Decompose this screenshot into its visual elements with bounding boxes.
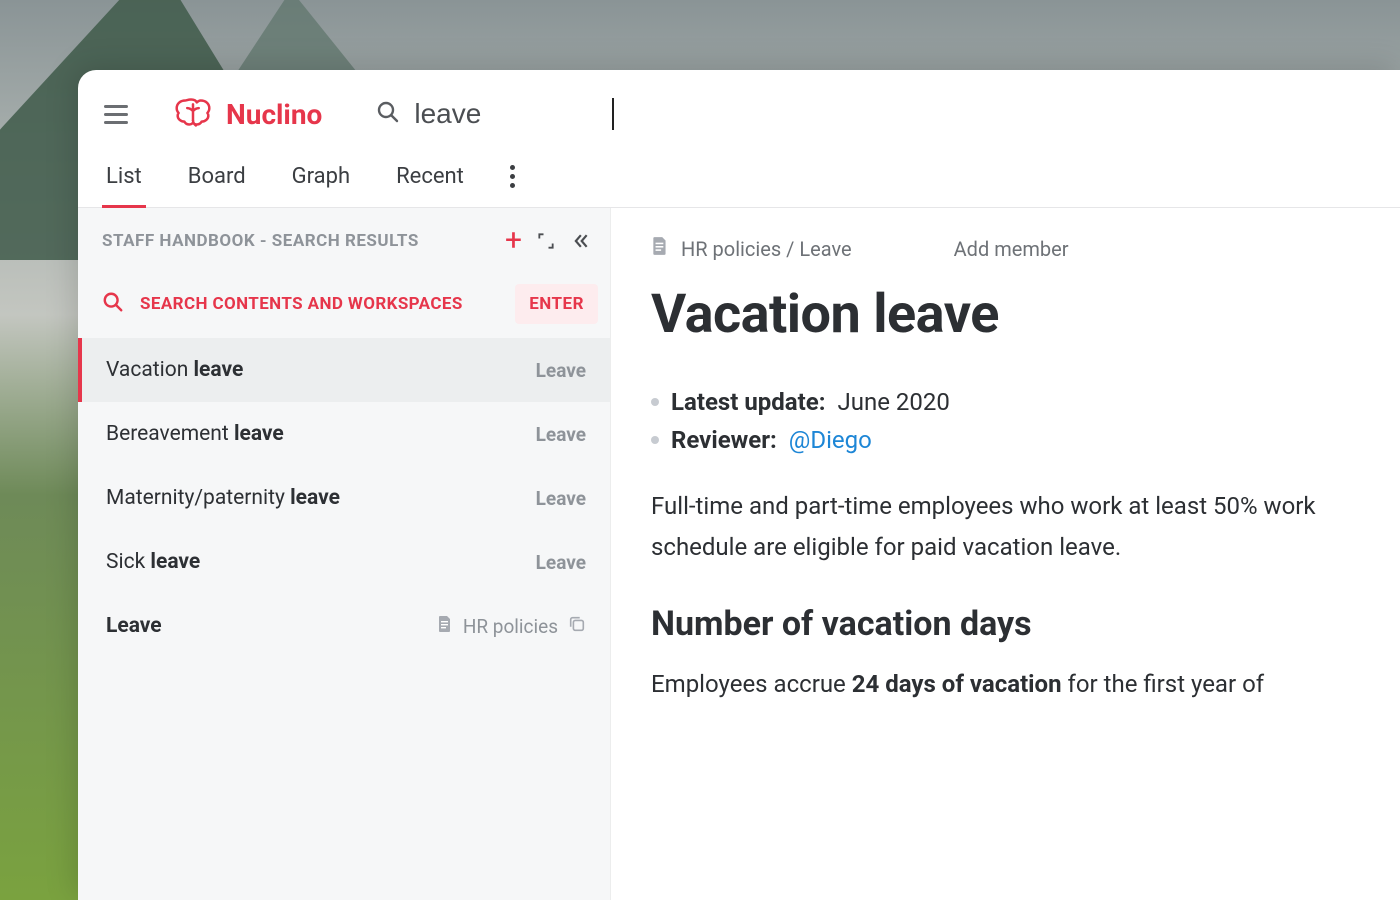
add-member-button[interactable]: Add member [954,237,1069,261]
document-pane: HR policies / Leave Add member Vacation … [611,208,1400,900]
result-prefix: Sick [106,550,150,574]
tab-label: Board [188,164,246,189]
dots-vertical-icon [510,165,515,188]
search-all-label: SEARCH CONTENTS AND WORKSPACES [140,294,499,314]
meta-row: Latest update: June 2020 [651,388,1400,416]
result-match: leave [234,422,284,446]
result-category: Leave [536,359,586,382]
document-icon [437,615,453,638]
tab-list[interactable]: List [102,152,146,207]
collapse-button[interactable] [570,231,590,251]
body: STAFF HANDBOOK - SEARCH RESULTS + SEARCH… [78,208,1400,900]
result-category: Leave [536,423,586,446]
text-bold: 24 days of vacation [852,670,1062,698]
breadcrumb: HR policies / Leave Add member [651,236,1400,261]
doc-meta: Latest update: June 2020 Reviewer: @Dieg… [651,388,1400,454]
tab-label: Graph [292,164,350,189]
text: Employees accrue [651,670,852,698]
tab-label: Recent [396,164,464,189]
add-button[interactable]: + [505,226,522,256]
sidebar-title: STAFF HANDBOOK - SEARCH RESULTS [102,231,491,251]
search-result[interactable]: Leave HR policies [78,594,610,658]
doc-paragraph: Employees accrue 24 days of vacation for… [651,664,1400,705]
breadcrumb-path[interactable]: HR policies / Leave [681,237,852,261]
result-match: leave [194,358,244,382]
section-heading: Number of vacation days [651,604,1400,644]
sidebar: STAFF HANDBOOK - SEARCH RESULTS + SEARCH… [78,208,611,900]
meta-label: Reviewer: [671,426,777,454]
sidebar-header: STAFF HANDBOOK - SEARCH RESULTS + [78,208,610,270]
brand-logo[interactable]: Nuclino [170,94,322,134]
result-title: Maternity/paternity leave [106,486,536,510]
meta-label: Latest update: [671,388,825,416]
result-match: Leave [106,614,162,638]
app-window: Nuclino List Board Graph Recent STAFF H [78,70,1400,900]
user-mention[interactable]: @Diego [789,426,872,454]
tabs-more-button[interactable] [506,153,519,206]
document-icon [651,236,669,261]
meta-row: Reviewer: @Diego [651,426,1400,454]
search [376,98,614,130]
search-result[interactable]: Bereavement leave Leave [78,402,610,466]
menu-button[interactable] [102,99,130,130]
result-match: leave [150,550,200,574]
result-category: Leave [536,551,586,574]
result-title: Vacation leave [106,358,536,382]
search-input[interactable] [414,98,614,130]
result-prefix: Bereavement [106,422,234,446]
brand-name: Nuclino [226,98,322,131]
enter-hint: ENTER [515,284,598,324]
result-category: Leave [536,487,586,510]
tab-label: List [106,164,142,189]
tab-graph[interactable]: Graph [288,152,354,207]
search-all-button[interactable]: SEARCH CONTENTS AND WORKSPACES ENTER [78,270,610,338]
result-match: leave [290,486,340,510]
result-title: Sick leave [106,550,536,574]
topbar: Nuclino [78,70,1400,152]
copy-icon [568,615,586,638]
result-category-label: HR policies [463,615,558,638]
search-icon [102,291,124,317]
result-title: Leave [106,614,437,638]
brain-icon [170,94,216,134]
meta-value: June 2020 [837,388,949,416]
tab-recent[interactable]: Recent [392,152,468,207]
page-title: Vacation leave [651,283,1400,346]
search-result[interactable]: Maternity/paternity leave Leave [78,466,610,530]
tab-board[interactable]: Board [184,152,250,207]
result-prefix: Maternity/paternity [106,486,290,510]
doc-paragraph: Full-time and part-time employees who wo… [651,486,1400,568]
expand-button[interactable] [536,231,556,251]
search-result[interactable]: Sick leave Leave [78,530,610,594]
result-prefix: Vacation [106,358,194,382]
result-category: HR policies [437,615,586,638]
search-icon [376,100,400,128]
search-result[interactable]: Vacation leave Leave [78,338,610,402]
result-title: Bereavement leave [106,422,536,446]
view-tabs: List Board Graph Recent [78,152,1400,208]
text: for the first year of [1062,670,1265,698]
